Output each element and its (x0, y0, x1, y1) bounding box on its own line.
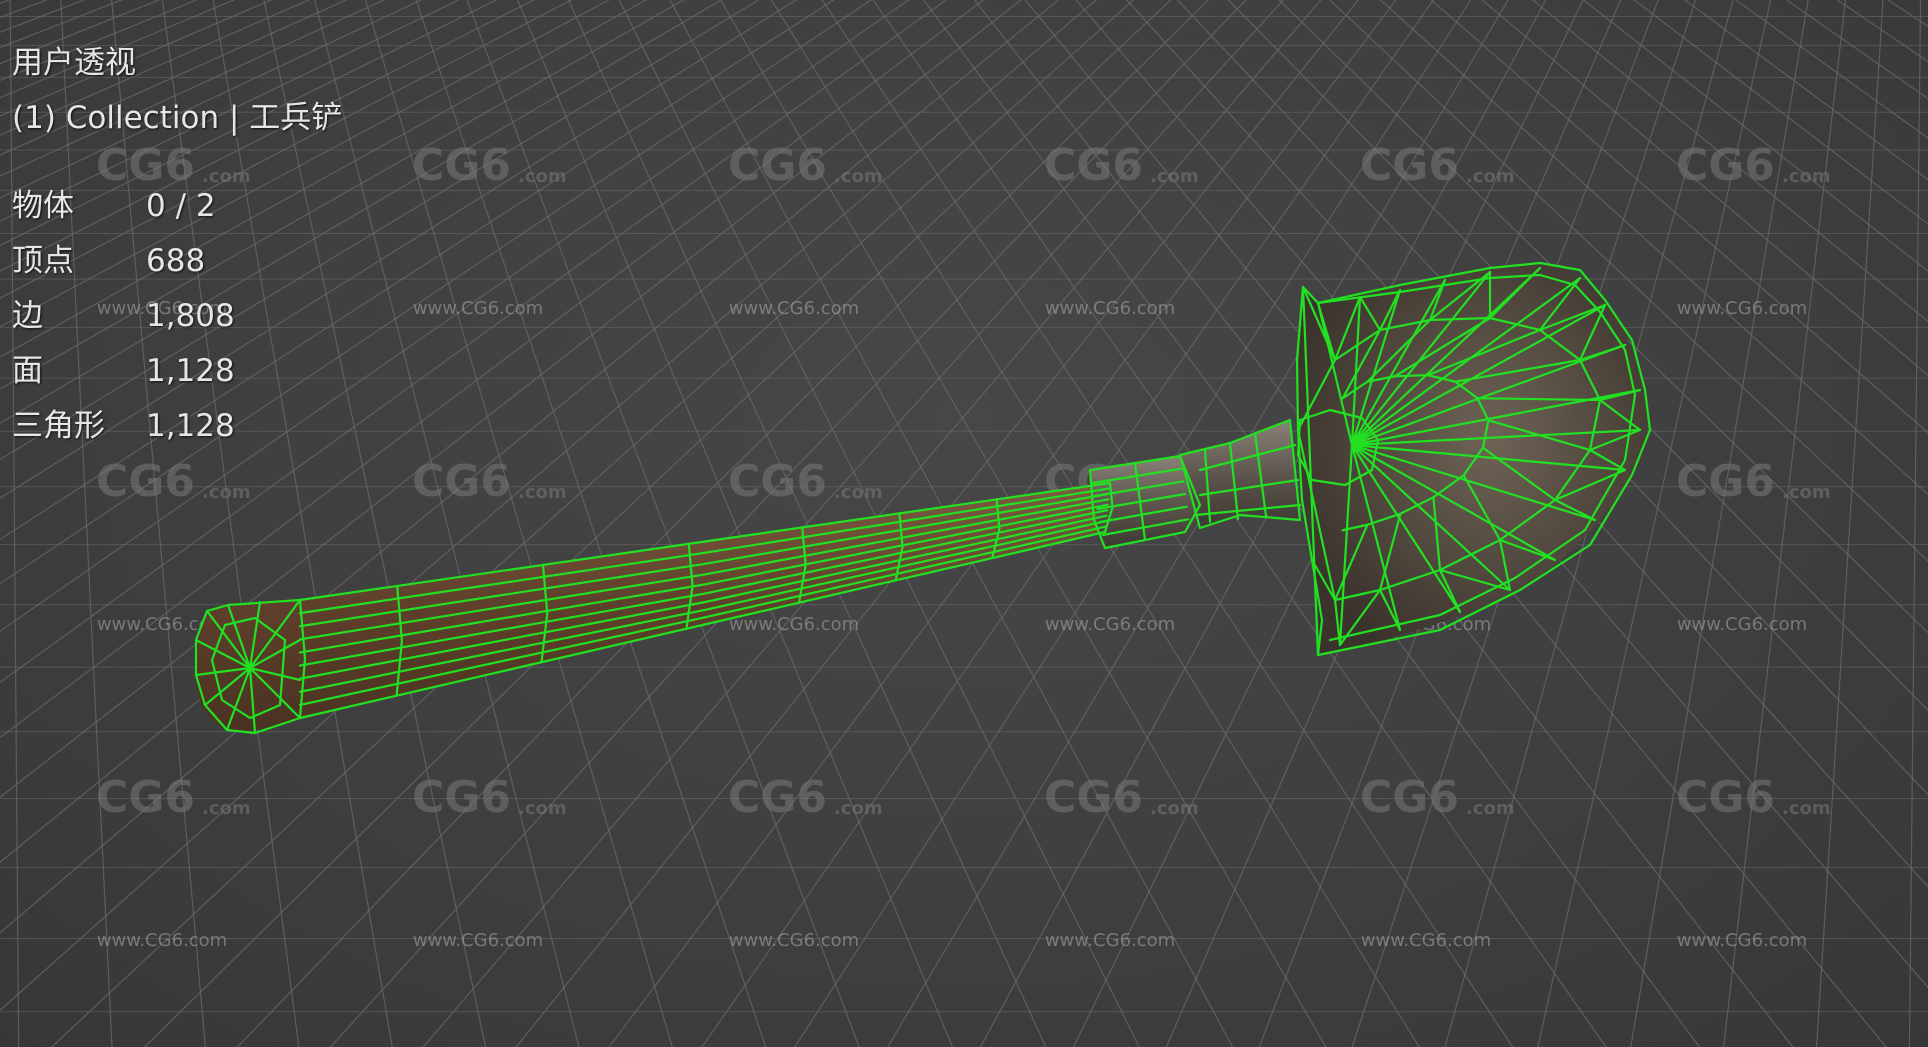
watermark-logo-suffix: .com (1782, 166, 1831, 187)
watermark-logo-suffix: .com (202, 798, 251, 819)
watermark-logo: CG6 (728, 772, 827, 823)
watermark-logo: CG6 (1676, 456, 1775, 507)
stat-label: 三角形 (12, 408, 105, 444)
view-name: 用户透视 (12, 45, 136, 81)
watermark-url: www.CG6.com (729, 930, 859, 951)
viewport-info-overlay: 用户透视 (1) Collection | 工兵铲 物体 0 / 2 顶点 68… (12, 36, 342, 454)
watermark-logo: CG6 (412, 456, 511, 507)
stat-row-objects: 物体 0 / 2 (12, 179, 342, 234)
stat-label: 物体 (12, 188, 74, 224)
watermark-logo: CG6 (96, 456, 195, 507)
watermark-logo-suffix: .com (1782, 482, 1831, 503)
watermark-logo-suffix: .com (202, 482, 251, 503)
watermark-logo-suffix: .com (518, 798, 567, 819)
watermark-logo-suffix: .com (518, 482, 567, 503)
watermark-logo: CG6 (728, 140, 827, 191)
stat-value: 688 (146, 243, 206, 279)
watermark-url: www.CG6.com (729, 298, 859, 319)
3d-viewport[interactable]: CG6 .com CG6 .com CG6 .com www.CG6.com www.CG6.… (0, 0, 1928, 1047)
stat-label: 边 (12, 298, 43, 334)
watermark-logo: CG6 (1360, 772, 1459, 823)
stat-row-faces: 面 1,128 (12, 344, 342, 399)
watermark-logo: CG6 (1676, 140, 1775, 191)
stat-label: 面 (12, 353, 43, 389)
watermark-url: www.CG6.com (1677, 298, 1807, 319)
watermark-logo-suffix: .com (834, 798, 883, 819)
grid-line (364, 0, 673, 1047)
shovel-handle-body (195, 483, 1110, 732)
stat-value: 1,808 (146, 298, 235, 334)
stat-label: 顶点 (12, 243, 74, 279)
grid-line (1908, 0, 1922, 1047)
watermark-url: www.CG6.com (1677, 614, 1807, 635)
scene-statistics: 物体 0 / 2 顶点 688 边 1,808 面 1,128 三角形 1,12… (12, 179, 342, 454)
stat-row-edges: 边 1,808 (12, 289, 342, 344)
collection-line: (1) Collection | 工兵铲 (12, 100, 343, 136)
watermark-logo-suffix: .com (834, 482, 883, 503)
grid-line (1815, 0, 1884, 1047)
watermark-logo: CG6 (1044, 140, 1143, 191)
stat-value: 0 / 2 (146, 188, 216, 224)
watermark-url: www.CG6.com (1045, 614, 1175, 635)
watermark-url: www.CG6.com (1361, 930, 1491, 951)
watermark-logo-suffix: .com (1782, 798, 1831, 819)
watermark-url: www.CG6.com (1677, 930, 1807, 951)
watermark-url: www.CG6.com (1045, 930, 1175, 951)
grid-line (1862, 0, 1928, 1047)
watermark-logo-suffix: .com (518, 166, 567, 187)
watermark-url: www.CG6.com (1045, 298, 1175, 319)
stat-row-vertices: 顶点 688 (12, 234, 342, 289)
watermark-logo-suffix: .com (1466, 166, 1515, 187)
watermark-url: www.CG6.com (413, 298, 543, 319)
watermark-logo-suffix: .com (834, 166, 883, 187)
grid-line (1887, 0, 1928, 28)
stat-row-triangles: 三角形 1,128 (12, 399, 342, 454)
watermark-logo: CG6 (728, 456, 827, 507)
watermark-logo: CG6 (1360, 140, 1459, 191)
watermark-logo-suffix: .com (1466, 798, 1515, 819)
watermark-logo: CG6 (412, 140, 511, 191)
watermark-url: www.CG6.com (413, 930, 543, 951)
watermark-logo: CG6 (412, 772, 511, 823)
watermark-logo: CG6 (1044, 772, 1143, 823)
watermark-url: www.CG6.com (729, 614, 859, 635)
watermark-logo-suffix: .com (1150, 166, 1199, 187)
watermark-logo: CG6 (1676, 772, 1775, 823)
watermark-logo-suffix: .com (1150, 798, 1199, 819)
stat-value: 1,128 (146, 353, 235, 389)
watermark-url: www.CG6.com (97, 930, 227, 951)
stat-value: 1,128 (146, 408, 235, 444)
watermark-logo: CG6 (96, 772, 195, 823)
